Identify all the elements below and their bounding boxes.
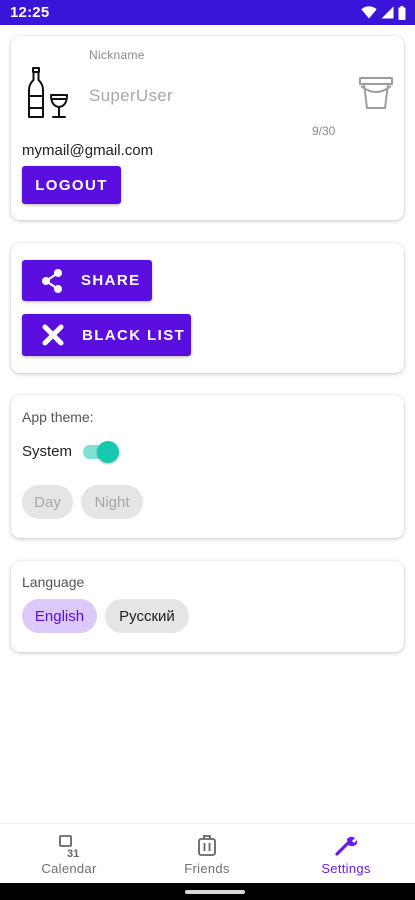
- wifi-icon: [361, 6, 377, 19]
- svg-text:31: 31: [67, 848, 79, 858]
- logout-button-label: LOGOUT: [35, 176, 108, 194]
- language-chip-russian-label: Русский: [119, 607, 175, 625]
- home-gesture-handle[interactable]: [185, 890, 245, 894]
- profile-card: Nickname SuperUser 9/30 mymail@gmail.com…: [11, 36, 404, 220]
- language-chip-russian[interactable]: Русский: [105, 599, 189, 633]
- nickname-input[interactable]: SuperUser: [89, 86, 173, 106]
- language-title: Language: [22, 574, 85, 590]
- signal-icon: [381, 6, 394, 19]
- nav-label-settings: Settings: [321, 861, 371, 876]
- nickname-label: Nickname: [89, 48, 145, 62]
- black-list-button[interactable]: BLACK LIST: [22, 314, 191, 356]
- wine-bottle-glass-icon[interactable]: [25, 66, 69, 120]
- wrench-icon: [334, 834, 358, 863]
- status-icons: [361, 5, 406, 20]
- nav-label-friends: Friends: [184, 861, 230, 876]
- system-gesture-bar: [0, 883, 415, 900]
- bucket-icon[interactable]: [358, 74, 394, 112]
- status-time: 12:25: [10, 4, 50, 21]
- share-button[interactable]: SHARE: [22, 260, 152, 301]
- settings-screen: 12:25 Nickname SuperUser 9/30 mymail@gma…: [0, 0, 415, 900]
- share-button-label: SHARE: [81, 272, 141, 289]
- system-theme-switch[interactable]: [83, 440, 121, 464]
- battery-icon: [398, 5, 406, 20]
- theme-card: App theme: System Day Night: [11, 395, 404, 538]
- friends-icon: [196, 834, 218, 863]
- language-chip-english-label: English: [34, 607, 85, 625]
- nav-item-friends[interactable]: Friends: [138, 824, 276, 884]
- logout-button[interactable]: LOGOUT: [22, 166, 121, 204]
- theme-chip-night-label: Night: [94, 493, 130, 511]
- theme-chip-day-label: Day: [34, 493, 61, 511]
- system-theme-label: System: [22, 443, 73, 460]
- share-icon: [39, 268, 65, 294]
- black-list-button-label: BLACK LIST: [82, 326, 186, 344]
- user-email: mymail@gmail.com: [22, 142, 154, 159]
- switch-thumb: [97, 441, 119, 463]
- nav-label-calendar: Calendar: [41, 861, 97, 876]
- nickname-char-counter: 9/30: [312, 124, 336, 138]
- actions-card: SHARE BLACK LIST: [11, 243, 404, 373]
- language-card: Language English Русский: [11, 561, 404, 652]
- theme-title: App theme:: [22, 409, 94, 425]
- bottom-navigation: 31 Calendar Friends Settings: [0, 823, 415, 883]
- nav-item-settings[interactable]: Settings: [277, 824, 415, 884]
- status-bar: 12:25: [0, 0, 415, 25]
- nav-item-calendar[interactable]: 31 Calendar: [0, 824, 138, 884]
- close-icon: [42, 324, 64, 346]
- theme-chip-day[interactable]: Day: [22, 485, 73, 519]
- calendar-icon: 31: [57, 834, 81, 863]
- language-chip-english[interactable]: English: [22, 599, 97, 633]
- theme-chip-night[interactable]: Night: [81, 485, 143, 519]
